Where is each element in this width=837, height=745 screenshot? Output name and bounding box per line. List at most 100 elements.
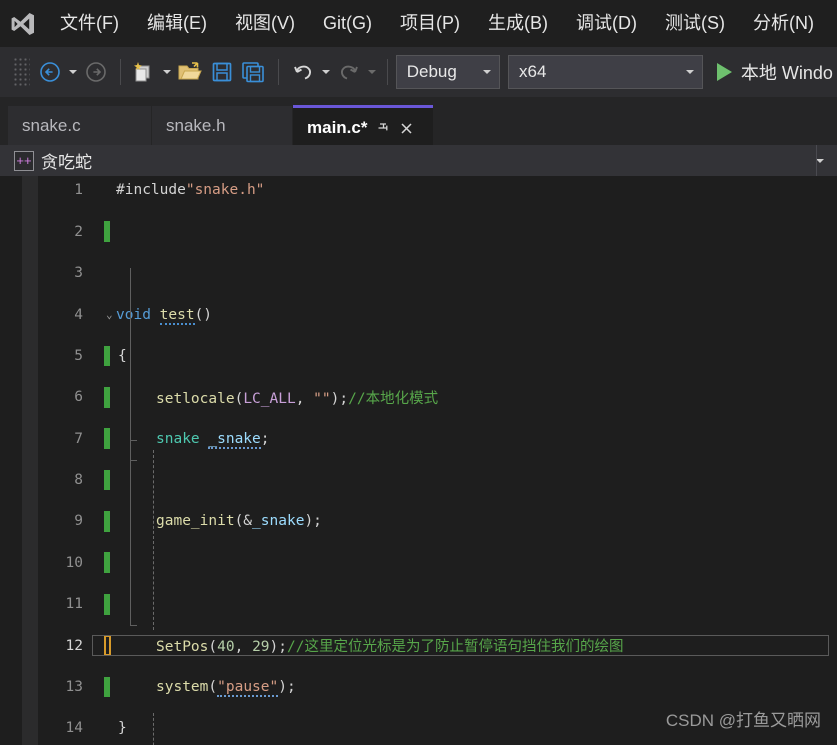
navigate-forward-icon [85, 62, 106, 82]
brace-bracket-test-foot [130, 452, 137, 461]
navigate-forward-button[interactable] [81, 55, 111, 89]
change-bar-added [104, 676, 110, 698]
navigate-back-dropdown[interactable] [66, 55, 80, 89]
navigate-back-icon [39, 62, 60, 82]
line-content: #include"snake.h" [116, 182, 265, 199]
code-line[interactable]: 13 system("pause"); [38, 676, 837, 698]
cpp-project-icon: ++ [14, 150, 34, 171]
brace-bracket-main [130, 537, 131, 625]
save-icon [212, 62, 232, 82]
line-number: 13 [65, 678, 83, 695]
toolbar-separator-1 [119, 59, 121, 85]
line-number: 11 [65, 596, 83, 613]
start-debugging-button[interactable]: 本地 Windo [711, 54, 837, 90]
undo-dropdown[interactable] [319, 55, 333, 89]
code-line[interactable]: 4 ⌄ void test() [38, 304, 837, 325]
line-content: SetPos(40, 29);//这里定位光标是为了防止暂停语句挡住我们的绘图 [156, 639, 624, 656]
line-content: { [118, 347, 127, 364]
line-content: system("pause"); [156, 678, 296, 697]
tab-main-c-label: main.c* [307, 118, 368, 137]
navbar-divider [816, 145, 817, 176]
open-file-icon [178, 62, 203, 80]
redo-icon [341, 65, 358, 80]
chevron-down-icon [322, 70, 331, 74]
menu-file[interactable]: 文件(F) [46, 0, 133, 47]
solution-platform-value: x64 [519, 62, 547, 81]
line-number: 2 [74, 223, 83, 240]
code-line[interactable]: 2 [38, 221, 837, 243]
menu-build[interactable]: 生成(B) [474, 0, 562, 47]
save-button[interactable] [207, 55, 237, 89]
undo-icon [294, 65, 312, 80]
menu-test[interactable]: 测试(S) [651, 0, 739, 47]
chevron-down-icon [816, 158, 824, 163]
code-line[interactable]: 3 [38, 263, 837, 284]
code-line[interactable]: 7 snake _snake; [38, 428, 837, 449]
navbar-project-selector[interactable]: ++ 贪吃蛇 [0, 145, 803, 176]
line-content: setlocale(LC_ALL, "");//本地化模式 [156, 390, 439, 407]
solution-configuration-value: Debug [406, 62, 457, 81]
menu-bar: 文件(F) 编辑(E) 视图(V) Git(G) 项目(P) 生成(B) 调试(… [0, 0, 837, 47]
toolbar-grip-handle[interactable] [14, 58, 30, 86]
change-bar-added [104, 593, 110, 615]
menu-analyze[interactable]: 分析(N) [739, 0, 828, 47]
tab-snake-c[interactable]: snake.c [8, 106, 151, 145]
watermark-text: CSDN @打鱼又晒网 [665, 711, 821, 730]
line-number: 10 [65, 554, 83, 571]
chevron-down-icon [678, 70, 702, 74]
menu-git[interactable]: Git(G) [309, 0, 386, 47]
code-line[interactable]: 10 [38, 552, 837, 574]
menu-edit[interactable]: 编辑(E) [133, 0, 221, 47]
line-number: 8 [74, 472, 83, 489]
start-debugging-label: 本地 Windo [740, 63, 833, 83]
change-bar-added [104, 386, 110, 408]
tab-snake-h[interactable]: snake.h [152, 106, 292, 145]
line-content: game_init(&_snake); [156, 513, 322, 530]
solution-configuration-dropdown[interactable]: Debug [395, 55, 501, 89]
toolbar-separator-3 [386, 59, 388, 85]
breakpoint-gutter[interactable] [0, 176, 22, 745]
code-editor[interactable]: 1 #include"snake.h" 2 3 4 ⌄ void test() … [0, 176, 837, 745]
toolbar-separator-2 [278, 59, 280, 85]
code-line[interactable]: 11 [38, 593, 837, 615]
line-number: 4 [74, 306, 83, 323]
chevron-down-icon [68, 70, 77, 74]
chevron-down-icon [475, 70, 499, 74]
navigate-back-button[interactable] [35, 55, 65, 89]
redo-button[interactable] [334, 55, 364, 89]
change-bar-added [104, 469, 110, 491]
code-line[interactable]: 5 { [38, 345, 837, 367]
document-tab-strip: snake.c snake.h main.c* [0, 97, 837, 151]
line-number: 14 [65, 720, 83, 737]
pin-icon[interactable] [373, 113, 395, 143]
menu-view[interactable]: 视图(V) [221, 0, 309, 47]
undo-button[interactable] [288, 55, 318, 89]
code-line[interactable]: 9 game_init(&_snake); [38, 511, 837, 532]
change-bar-added [104, 511, 110, 532]
open-file-button[interactable] [175, 55, 205, 89]
visual-studio-logo-icon [0, 0, 46, 47]
code-line[interactable]: 1 #include"snake.h" [38, 180, 837, 201]
new-item-dropdown[interactable] [160, 55, 174, 89]
standard-toolbar: Debug x64 本地 Windo [0, 47, 837, 97]
change-bar-added [104, 345, 110, 367]
navbar-dropdown-button[interactable] [803, 145, 837, 176]
code-line[interactable]: 6 setlocale(LC_ALL, "");//本地化模式 [38, 386, 837, 408]
menu-debug[interactable]: 调试(D) [562, 0, 651, 47]
line-number: 1 [74, 182, 83, 199]
code-line-current[interactable]: 12 SetPos(40, 29);//这里定位光标是为了防止暂停语句挡住我们的… [38, 635, 837, 656]
redo-dropdown[interactable] [365, 55, 379, 89]
menu-project[interactable]: 项目(P) [386, 0, 474, 47]
code-text-area[interactable]: 1 #include"snake.h" 2 3 4 ⌄ void test() … [38, 176, 837, 745]
line-number: 7 [74, 430, 83, 447]
new-item-button[interactable] [129, 55, 159, 89]
visual-studio-window: 文件(F) 编辑(E) 视图(V) Git(G) 项目(P) 生成(B) 调试(… [0, 0, 837, 745]
code-line[interactable]: 8 [38, 469, 837, 491]
navbar-project-label: 贪吃蛇 [41, 153, 92, 172]
save-all-button[interactable] [239, 55, 269, 89]
change-bar-unsaved [104, 635, 111, 656]
line-number: 12 [65, 637, 83, 654]
close-icon[interactable] [395, 113, 417, 143]
line-number: 5 [74, 347, 83, 364]
solution-platform-dropdown[interactable]: x64 [508, 55, 703, 89]
